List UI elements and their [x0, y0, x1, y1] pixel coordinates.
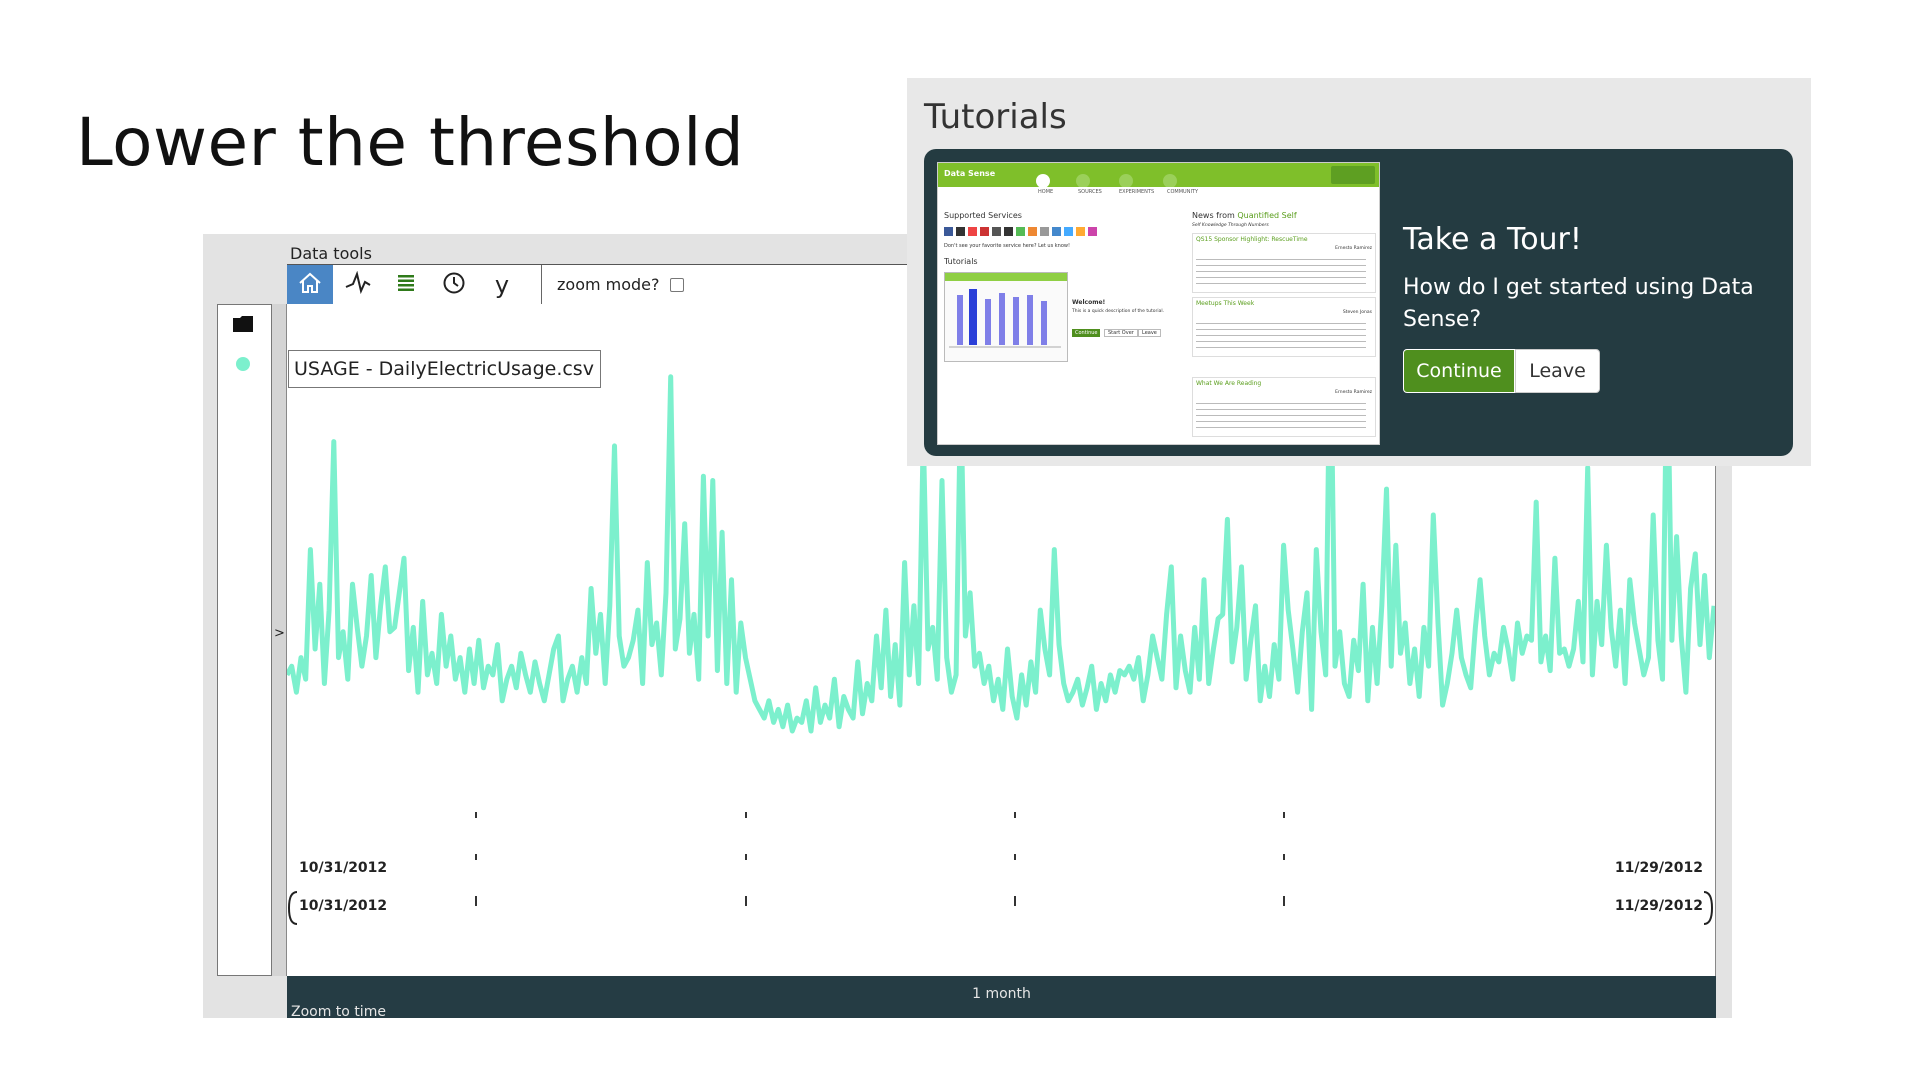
panel-collapse-handle[interactable]: > [272, 304, 287, 976]
thumbnail-news-author: Ernesto Ramirez [1335, 390, 1372, 395]
thumbnail-nav-icons [1036, 174, 1177, 187]
clock-button[interactable] [431, 265, 477, 305]
y-axis-button[interactable]: y [479, 265, 525, 305]
brush-handles [287, 891, 1714, 925]
series-status-dot[interactable] [236, 357, 250, 371]
home-icon [298, 272, 322, 298]
thumbnail-news-prefix: News from [1192, 211, 1235, 220]
x-axis-start-label: 10/31/2012 [299, 860, 388, 876]
tour-question: How do I get started using Data Sense? [1403, 275, 1754, 332]
home-button[interactable] [287, 265, 333, 305]
source-panel [217, 304, 272, 976]
thumbnail-tutorials-label: Tutorials [944, 257, 978, 266]
data-tools-label: Data tools [290, 244, 372, 263]
thumbnail-mini-chart [944, 272, 1068, 362]
folder-icon[interactable] [232, 315, 254, 337]
tutorials-panel: Tutorials Data Sense HOME SOURCES EXPERI… [907, 78, 1811, 466]
leave-button[interactable]: Leave [1515, 349, 1600, 393]
thumbnail-supported-services: Supported Services [944, 211, 1022, 220]
tour-card: Data Sense HOME SOURCES EXPERIMENTS COMM… [924, 149, 1793, 456]
thumbnail-news-subtitle: Self Knowledge Through Numbers [1192, 223, 1269, 228]
thumbnail-header: Data Sense [938, 163, 1379, 187]
slide-title: Lower the threshold [76, 104, 745, 181]
thumbnail-welcome-text: This is a quick description of the tutor… [1072, 309, 1165, 314]
thumbnail-leave-button: Leave [1138, 329, 1161, 337]
zoom-mode-checkbox[interactable] [669, 277, 684, 292]
series-label: USAGE - DailyElectricUsage.csv [288, 350, 601, 388]
thumbnail-news-author: Steven Jonas [1342, 310, 1372, 315]
tutorial-thumbnail: Data Sense HOME SOURCES EXPERIMENTS COMM… [937, 162, 1380, 445]
zoom-mode-label: zoom mode? [557, 275, 660, 294]
thumbnail-news-item: Meetups This Week Steven Jonas [1192, 297, 1376, 357]
tutorials-heading: Tutorials [924, 97, 1067, 137]
brush-left-handle [287, 891, 298, 925]
line-tool-button[interactable] [335, 265, 381, 305]
clock-icon [442, 271, 466, 299]
thumbnail-favorite-note: Don't see your favorite service here? Le… [944, 243, 1071, 249]
thumbnail-news-heading: News from Quantified Self [1192, 211, 1297, 220]
thumbnail-nav-home: HOME [1038, 189, 1054, 195]
y-axis-label: y [494, 271, 510, 299]
brush-right-handle [1703, 891, 1714, 925]
thumbnail-nav-community: COMMUNITY [1167, 189, 1199, 195]
thumbnail-nav-sources: SOURCES [1078, 189, 1102, 195]
thumbnail-user-badge [1331, 166, 1375, 184]
time-brush-bar[interactable]: 1 month Zoom to time [287, 976, 1716, 1020]
thumbnail-continue-button: Continue [1072, 329, 1101, 337]
thumbnail-nav-experiments: EXPERIMENTS [1119, 189, 1155, 195]
thumbnail-news-item: What We Are Reading Ernesto Ramirez [1192, 377, 1376, 437]
thumbnail-start-over-button: Start Over [1104, 329, 1138, 337]
thumbnail-news-title: Meetups This Week [1196, 300, 1255, 307]
thumbnail-brand: Data Sense [944, 169, 996, 178]
thumbnail-welcome-title: Welcome! [1072, 299, 1106, 306]
thumbnail-news-author: Ernesto Ramirez [1335, 246, 1372, 251]
list-icon [397, 274, 415, 296]
x-axis-end-label: 11/29/2012 [1614, 860, 1703, 876]
line-tool-icon [344, 270, 372, 299]
thumbnail-news-source: Quantified Self [1237, 211, 1297, 220]
chevron-right-icon: > [274, 626, 285, 641]
zoom-to-time-label[interactable]: Zoom to time [291, 1004, 386, 1020]
tour-title: Take a Tour! [1403, 222, 1582, 257]
list-button[interactable] [383, 265, 429, 305]
continue-button[interactable]: Continue [1403, 349, 1515, 393]
thumbnail-news-title: QS15 Sponsor Highlight: RescueTime [1196, 236, 1308, 243]
range-label: 1 month [972, 986, 1031, 1002]
thumbnail-service-icons [944, 227, 1097, 236]
thumbnail-news-item: QS15 Sponsor Highlight: RescueTime Ernes… [1192, 233, 1376, 293]
thumbnail-news-title: What We Are Reading [1196, 380, 1262, 387]
zoom-mode-control: zoom mode? [557, 275, 684, 294]
